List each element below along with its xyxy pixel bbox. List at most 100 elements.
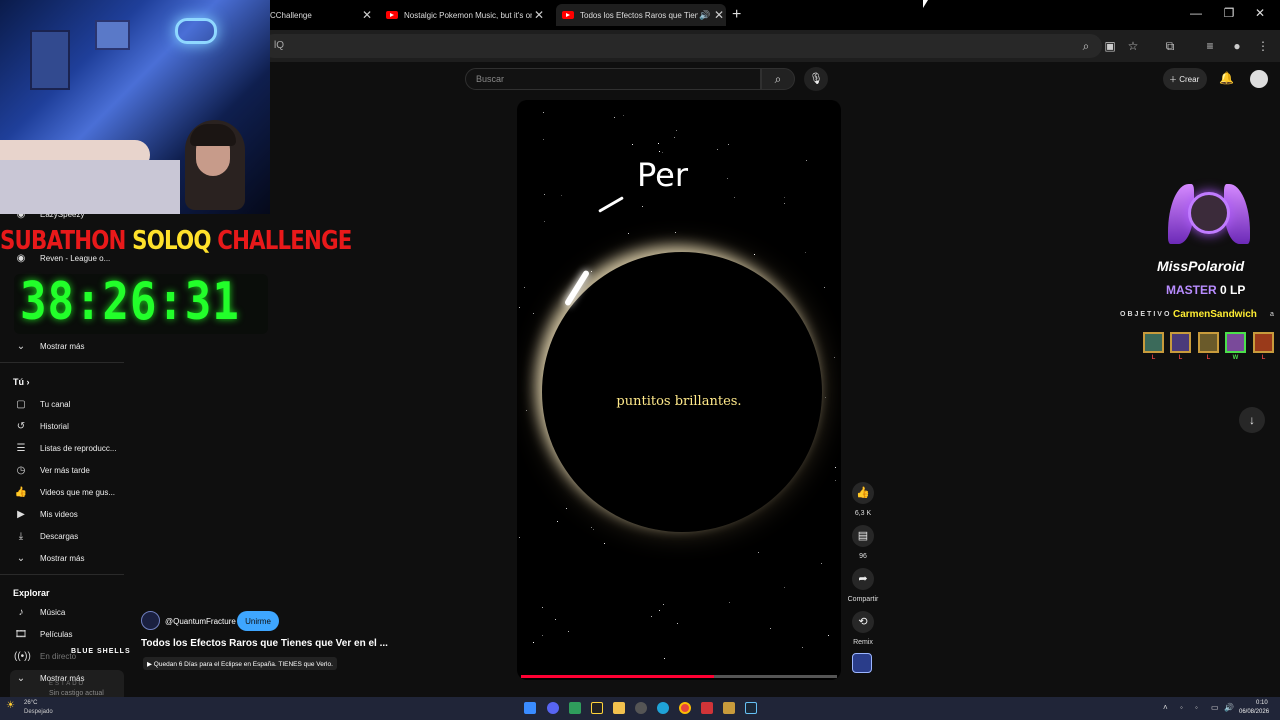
app-icon[interactable] — [701, 702, 713, 714]
discord-icon[interactable] — [547, 702, 559, 714]
rank-lp: 0 LP — [1220, 283, 1246, 297]
share-button[interactable]: ➦ — [852, 568, 874, 590]
tray-app-icon[interactable]: ◦ — [1180, 703, 1183, 712]
next-video-button[interactable]: ↓ — [1239, 407, 1265, 433]
weather-icon[interactable]: ☀ — [6, 700, 15, 711]
video-progress-fill — [521, 675, 714, 678]
channel-avatar[interactable] — [141, 611, 160, 630]
obs-icon[interactable] — [635, 702, 647, 714]
sidebar-item-history[interactable]: ↺ Historial — [14, 418, 69, 434]
tab-title: Nostalgic Pokemon Music, but it's only g… — [404, 10, 532, 20]
microphone-icon[interactable]: 🎙 — [804, 67, 828, 91]
sidebar-item-watch-later[interactable]: ◷ Ver más tarde — [14, 462, 90, 478]
close-tab-icon[interactable]: ✕ — [532, 8, 546, 22]
shorts-video-player[interactable]: Per puntitos brillantes. — [517, 100, 841, 680]
search-input[interactable]: Buscar — [465, 68, 761, 90]
omnibox[interactable]: lQ — [262, 34, 1102, 58]
champion-icon — [1225, 332, 1246, 353]
music-icon: ♪ — [18, 606, 24, 618]
star — [835, 467, 836, 468]
media-control-icon[interactable]: ≡ — [1202, 39, 1218, 53]
star — [632, 144, 633, 145]
sidebar-item-movies[interactable]: 🎞 Películas — [14, 626, 73, 642]
sidebar-item-music[interactable]: ♪ Música — [14, 604, 66, 620]
sidebar-item-label: Ver más tarde — [40, 465, 90, 475]
sidebar-item-liked[interactable]: 👍 Videos que me gus... — [14, 484, 115, 500]
volume-icon[interactable]: 🔊 — [1224, 703, 1234, 712]
browser-tab[interactable]: CChallenge ✕ — [270, 4, 374, 26]
star — [728, 144, 729, 145]
star — [675, 232, 676, 233]
estado-label: ESTADO — [49, 681, 86, 687]
video-caption: puntitos brillantes. — [616, 394, 742, 409]
browser-tab[interactable]: Nostalgic Pokemon Music, but it's only g… — [386, 4, 546, 26]
tray-chevron-icon[interactable]: ˄ — [1163, 703, 1168, 712]
network-icon[interactable]: ▭ — [1211, 703, 1219, 712]
steam-icon[interactable] — [745, 702, 757, 714]
weather-temp: 26°C — [24, 700, 38, 706]
video-overlay-word: Per — [637, 156, 688, 194]
menu-icon[interactable]: ⋮ — [1255, 39, 1271, 53]
cast-icon[interactable]: ▣ — [1102, 39, 1118, 53]
video-progress-bar[interactable] — [521, 675, 837, 678]
browser-tab-active[interactable]: Todos los Efectos Raros que Tienes que V… — [556, 4, 726, 26]
sidebar-item-downloads[interactable]: ⤓ Descargas — [14, 528, 78, 544]
terminal-icon[interactable] — [591, 702, 603, 714]
profile-icon[interactable]: ● — [1229, 39, 1245, 53]
video-title[interactable]: Todos los Efectos Raros que Tienes que V… — [141, 638, 388, 649]
star — [754, 254, 755, 255]
star — [805, 252, 806, 253]
channel-name[interactable]: @QuantumFracture — [165, 617, 236, 626]
comments-button[interactable]: ▤ — [852, 525, 874, 547]
close-window-icon[interactable]: ✕ — [1250, 6, 1270, 20]
start-menu-icon[interactable] — [524, 702, 536, 714]
star — [555, 619, 556, 620]
star — [568, 631, 569, 632]
speaker-icon[interactable]: 🔊 — [698, 10, 712, 21]
account-avatar[interactable] — [1250, 70, 1268, 88]
star — [659, 151, 660, 152]
sidebar-item-playlists[interactable]: ☰ Listas de reproducc... — [14, 440, 117, 456]
star — [557, 521, 558, 522]
sidebar-show-more[interactable]: ⌄ Mostrar más — [14, 338, 85, 354]
star — [662, 152, 663, 153]
like-button[interactable]: 👍 — [852, 482, 874, 504]
tray-app-icon[interactable]: ◦ — [1195, 703, 1198, 712]
tab-title: Todos los Efectos Raros que Tienes que V — [580, 10, 698, 20]
extensions-icon[interactable]: ⧉ — [1162, 39, 1178, 54]
app-icon[interactable] — [569, 702, 581, 714]
remix-button[interactable]: ⟲ — [852, 611, 874, 633]
video-subtitle-link[interactable]: ▶ Quedan 6 Días para el Eclipse en Españ… — [143, 657, 337, 670]
league-client-icon[interactable] — [723, 702, 735, 714]
sidebar-section-you[interactable]: Tú › — [13, 377, 30, 387]
chrome-icon[interactable] — [679, 702, 691, 714]
divider — [0, 574, 124, 575]
restore-icon[interactable]: ❐ — [1219, 6, 1239, 20]
sidebar-item-label: Música — [40, 607, 66, 617]
zoom-icon[interactable]: ⌕ — [1078, 39, 1094, 54]
star — [604, 543, 605, 544]
join-button[interactable]: Unirme — [237, 611, 279, 631]
youtube-favicon-icon — [562, 11, 574, 19]
bell-icon[interactable]: 🔔 — [1219, 71, 1234, 85]
edge-icon[interactable] — [657, 702, 669, 714]
star — [628, 233, 629, 234]
sidebar-show-more[interactable]: ⌄ Mostrar más — [14, 550, 85, 566]
create-button[interactable]: ＋ Crear — [1163, 68, 1207, 90]
clock-date[interactable]: 06/08/2026 — [1239, 709, 1269, 715]
close-tab-icon[interactable]: ✕ — [712, 8, 726, 22]
sidebar-item-label: Videos que me gus... — [40, 487, 116, 497]
clock-time[interactable]: 0:10 — [1256, 700, 1268, 706]
sidebar-item-my-videos[interactable]: ▶ Mis videos — [14, 506, 78, 522]
bookmark-star-icon[interactable]: ☆ — [1125, 39, 1141, 53]
minimize-icon[interactable]: — — [1186, 6, 1206, 20]
sidebar-item-live[interactable]: ((•)) En directo — [14, 648, 76, 664]
new-tab-button[interactable]: + — [732, 6, 741, 24]
file-explorer-icon[interactable] — [613, 702, 625, 714]
star — [591, 271, 592, 272]
search-icon[interactable]: ⌕ — [761, 68, 795, 90]
sound-avatar[interactable] — [852, 653, 872, 673]
sidebar-item-your-channel[interactable]: ▢ Tu canal — [14, 396, 70, 412]
close-tab-icon[interactable]: ✕ — [360, 8, 374, 22]
webcam-overlay — [0, 0, 270, 214]
